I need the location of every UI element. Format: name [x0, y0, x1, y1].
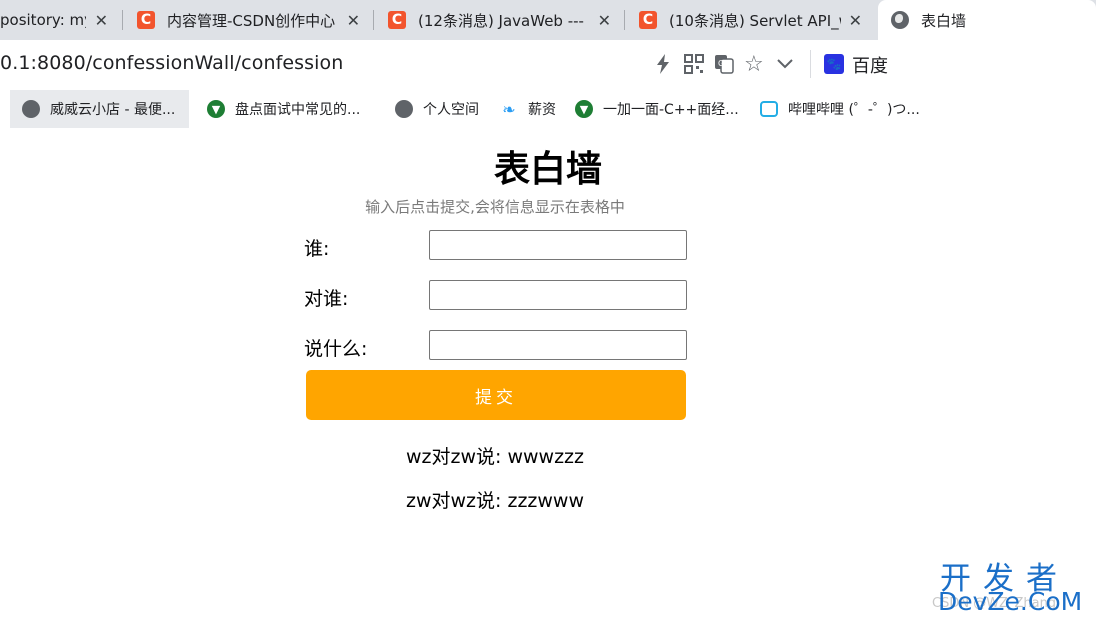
- chevron-down-icon[interactable]: [776, 54, 794, 75]
- tab-servlet-api[interactable]: C (10条消息) Servlet API_w ✕: [626, 0, 874, 40]
- star-icon[interactable]: ☆: [744, 52, 764, 77]
- hint-text: 输入后点击提交,会将信息显示在表格中: [365, 198, 625, 216]
- tab-csdn-content[interactable]: C 内容管理-CSDN创作中心 ✕: [124, 0, 372, 40]
- bookmark-item[interactable]: 哔哩哔哩 (゜-゜)つ...: [760, 90, 920, 128]
- tab-title: 内容管理-CSDN创作中心: [167, 11, 336, 30]
- bookmark-label: 威威云小店 - 最便...: [50, 102, 176, 118]
- message-item: zw对wz说: zzzwww: [406, 490, 585, 512]
- baidu-paw-icon: 🐾: [824, 54, 844, 74]
- bookmarks-bar: 威威云小店 - 最便... ▼ 盘点面试中常见的... 个人空间 ❧ 薪资 ▼ …: [0, 90, 1096, 130]
- page-title: 表白墙: [493, 149, 602, 190]
- bilibili-icon: [760, 101, 778, 117]
- bookmark-item[interactable]: ❧ 薪资: [500, 90, 556, 128]
- qr-code-icon[interactable]: [684, 54, 704, 79]
- bookmark-label: 个人空间: [423, 102, 479, 118]
- bookmark-label: 一加一面-C++面经...: [603, 102, 739, 118]
- address-bar: 0.1:8080/confessionWall/confession G ☆ 🐾…: [0, 40, 1096, 88]
- tab-title: pository: mysc: [0, 11, 86, 29]
- globe-icon: [891, 11, 909, 29]
- toolbar-divider: [810, 50, 811, 78]
- bookmark-item[interactable]: 个人空间: [395, 90, 479, 128]
- submit-button[interactable]: 提交: [306, 370, 686, 420]
- tab-title: 表白墙: [921, 11, 967, 30]
- svg-text:G: G: [718, 59, 724, 68]
- tab-divider: [624, 10, 625, 30]
- shield-icon: ▼: [575, 100, 593, 118]
- tab-title: (10条消息) Servlet API_w: [669, 11, 841, 30]
- field-row-to: 对谁:: [304, 280, 688, 312]
- tab-javaweb[interactable]: C (12条消息) JavaWeb --- ✕: [375, 0, 623, 40]
- globe-icon: [22, 100, 40, 118]
- tab-confession-wall[interactable]: 表白墙: [878, 0, 1096, 40]
- bookmark-item[interactable]: ▼ 一加一面-C++面经...: [575, 90, 739, 128]
- close-icon[interactable]: ✕: [849, 11, 862, 30]
- bookmark-label: 薪资: [528, 102, 556, 118]
- bookmark-label: 哔哩哔哩 (゜-゜)つ...: [788, 102, 920, 118]
- csdn-icon: C: [137, 11, 155, 29]
- tab-divider: [373, 10, 374, 30]
- close-icon[interactable]: ✕: [95, 11, 108, 30]
- tab-title: (12条消息) JavaWeb ---: [418, 11, 584, 30]
- bookmark-item[interactable]: 威威云小店 - 最便...: [10, 90, 190, 128]
- globe-icon: [395, 100, 413, 118]
- tab-repository[interactable]: pository: mysc ✕: [0, 0, 120, 40]
- csdn-icon: C: [388, 11, 406, 29]
- bookmark-item[interactable]: ▼ 盘点面试中常见的...: [207, 90, 360, 128]
- message-input[interactable]: [429, 330, 687, 360]
- field-row-message: 说什么:: [304, 330, 688, 362]
- from-label: 谁:: [304, 238, 330, 260]
- close-icon[interactable]: ✕: [347, 11, 360, 30]
- tab-divider: [122, 10, 123, 30]
- field-row-from: 谁:: [304, 230, 688, 262]
- to-label: 对谁:: [304, 288, 349, 310]
- leaf-icon: ❧: [500, 100, 518, 119]
- translate-icon[interactable]: G: [714, 54, 734, 79]
- search-engine-label[interactable]: 百度: [852, 52, 888, 78]
- bookmark-label: 盘点面试中常见的...: [235, 102, 361, 118]
- watermark-site: DevZe.CoM: [938, 587, 1083, 616]
- message-item: wz对zw说: wwwzzz: [406, 446, 585, 468]
- shield-icon: ▼: [207, 100, 225, 118]
- close-icon[interactable]: ✕: [598, 11, 611, 30]
- to-input[interactable]: [429, 280, 687, 310]
- lightning-icon[interactable]: [656, 54, 670, 79]
- tab-strip: pository: mysc ✕ C 内容管理-CSDN创作中心 ✕ C (12…: [0, 0, 1096, 40]
- message-label: 说什么:: [304, 338, 368, 360]
- url-field[interactable]: 0.1:8080/confessionWall/confession: [0, 52, 343, 74]
- from-input[interactable]: [429, 230, 687, 260]
- csdn-icon: C: [639, 11, 657, 29]
